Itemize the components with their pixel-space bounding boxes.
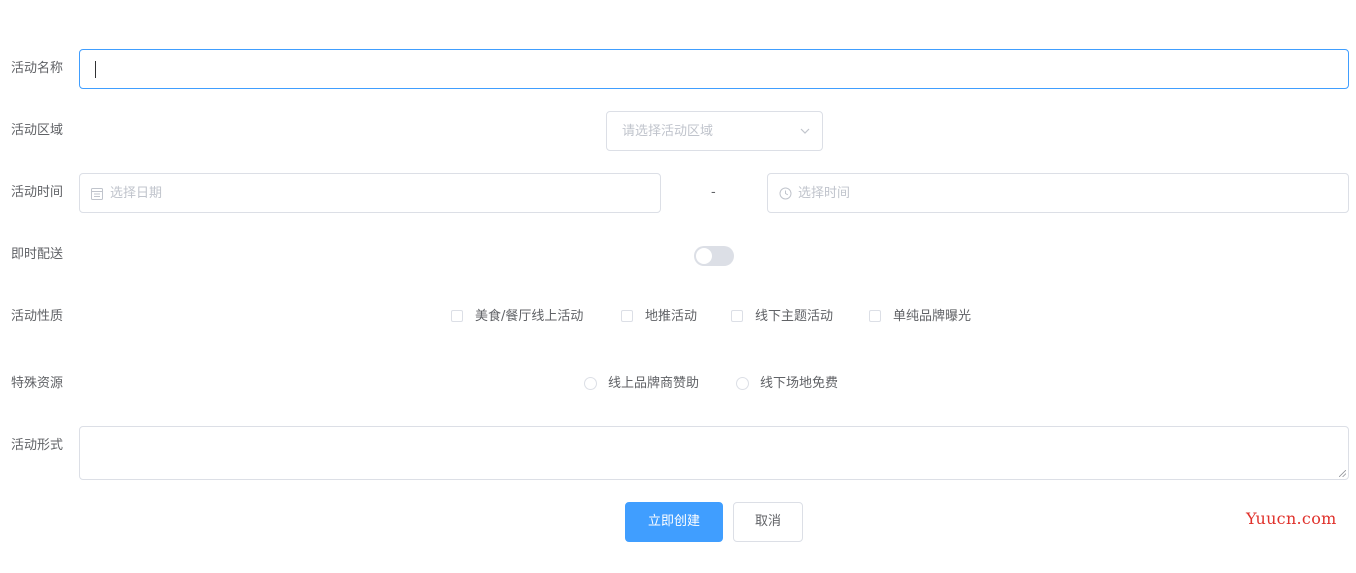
checkbox-box[interactable]: [869, 310, 881, 322]
checkbox-box[interactable]: [451, 310, 463, 322]
checkbox-label: 单纯品牌曝光: [893, 309, 972, 324]
calendar-icon: [91, 188, 103, 200]
region-select[interactable]: 请选择活动区域: [606, 111, 823, 151]
resize-handle-icon[interactable]: [1339, 470, 1346, 477]
radio-label: 线下场地免费: [760, 376, 839, 391]
region-placeholder: 请选择活动区域: [622, 124, 714, 139]
type-label: 活动性质: [11, 309, 64, 324]
checkbox-label: 美食/餐厅线上活动: [475, 309, 584, 324]
delivery-switch[interactable]: [694, 246, 734, 266]
desc-label: 活动形式: [11, 438, 64, 453]
name-input[interactable]: [79, 49, 1349, 89]
resource-label: 特殊资源: [11, 376, 64, 391]
clock-icon: [779, 187, 792, 200]
chevron-down-icon: [800, 128, 810, 134]
text-caret: [95, 61, 96, 78]
checkbox-label: 地推活动: [645, 309, 698, 324]
region-label: 活动区域: [11, 123, 64, 138]
name-label: 活动名称: [11, 61, 64, 76]
switch-knob: [696, 248, 712, 264]
checkbox-label: 线下主题活动: [755, 309, 834, 324]
desc-textarea[interactable]: [79, 426, 1349, 480]
date-placeholder: 选择日期: [110, 186, 163, 201]
delivery-label: 即时配送: [11, 247, 64, 262]
radio-label: 线上品牌商赞助: [608, 376, 700, 391]
time-placeholder: 选择时间: [798, 186, 851, 201]
watermark-text: Yuucn.com: [1246, 509, 1337, 528]
radio-circle[interactable]: [584, 377, 597, 390]
checkbox-box[interactable]: [621, 310, 633, 322]
time-picker[interactable]: 选择时间: [767, 173, 1349, 213]
type-checkbox-group: 美食/餐厅线上活动 地推活动 线下主题活动 单纯品牌曝光: [451, 309, 991, 325]
range-separator: -: [711, 185, 716, 200]
checkbox-box[interactable]: [731, 310, 743, 322]
resource-radio-group: 线上品牌商赞助 线下场地免费: [584, 376, 864, 392]
time-label: 活动时间: [11, 185, 64, 200]
cancel-button[interactable]: 取消: [733, 502, 803, 542]
create-button[interactable]: 立即创建: [625, 502, 723, 542]
activity-form-page: 活动名称 活动区域 请选择活动区域 活动时间 选择日期 - 选择时间 即时配送 …: [0, 0, 1356, 573]
radio-circle[interactable]: [736, 377, 749, 390]
date-picker[interactable]: 选择日期: [79, 173, 661, 213]
